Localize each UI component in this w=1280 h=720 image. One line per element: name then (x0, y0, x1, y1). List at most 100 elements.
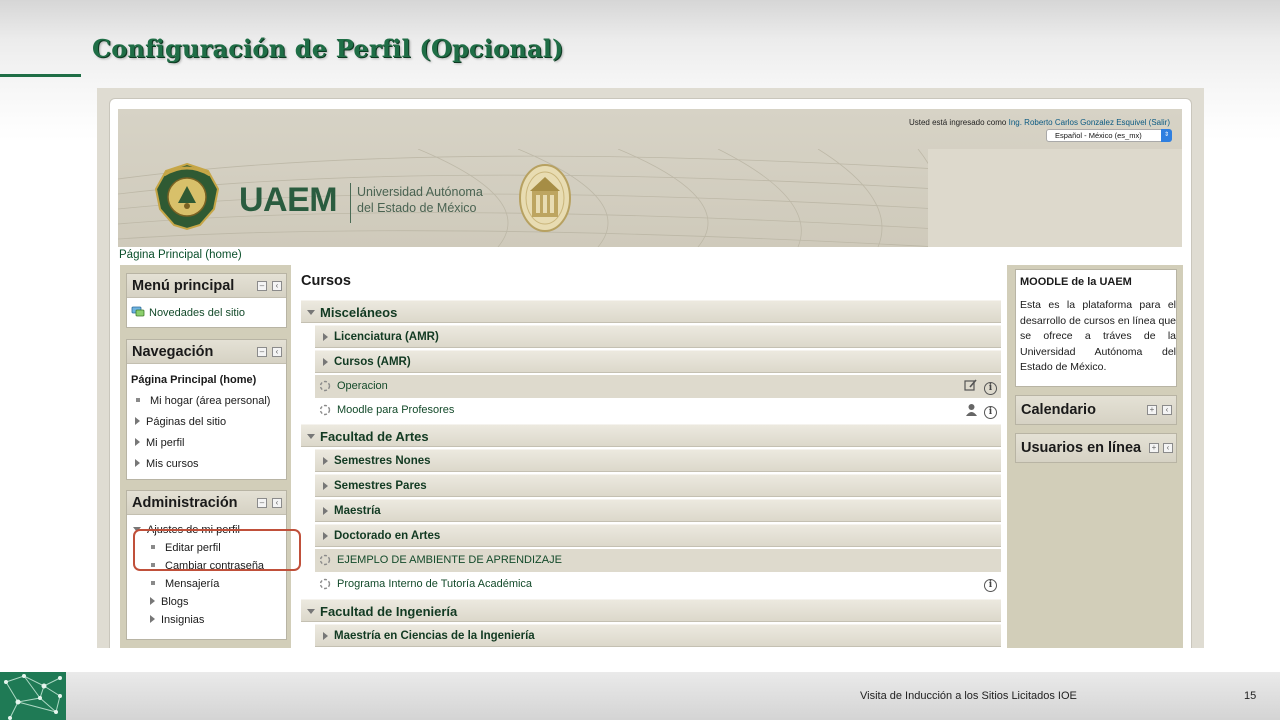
expand-arrow-icon (323, 358, 328, 366)
subcategory-label: Maestría (334, 505, 381, 517)
admin-badges[interactable]: Insignias (150, 614, 204, 626)
admin-item-label: Blogs (161, 596, 189, 608)
subcategory-semestres-nones[interactable]: Semestres Nones (315, 449, 1001, 472)
site-news-label: Novedades del sitio (149, 307, 246, 319)
admin-blogs[interactable]: Blogs (150, 596, 189, 608)
logo-divider (350, 183, 351, 223)
subcategory-label: Semestres Pares (334, 480, 427, 492)
course-icon (319, 578, 331, 590)
collapse-icon[interactable]: – (257, 498, 267, 508)
uaem-wordmark: UAEM (239, 181, 338, 219)
expand-arrow-icon (323, 457, 328, 465)
subcategory-label: Licenciatura (AMR) (334, 331, 439, 343)
moodle-info-text: Esta es la plataforma para el desarrollo… (1020, 299, 1176, 373)
breadcrumb-home-link[interactable]: Página Principal (home) (119, 249, 242, 261)
dock-icon[interactable]: ‹ (272, 347, 282, 357)
expand-arrow-icon (323, 482, 328, 490)
calendar-header: Calendario + ‹ (1016, 396, 1176, 424)
main-menu-header: Menú principal – ‹ (127, 274, 286, 298)
select-arrow-icon: ⇕ (1161, 129, 1172, 142)
category-label: Misceláneos (320, 305, 398, 320)
category-label: Facultad de Ingeniería (320, 604, 458, 619)
nav-item-dashboard[interactable]: Mi hogar (área personal) (136, 395, 270, 407)
admin-messaging[interactable]: Mensajería (151, 578, 219, 590)
site-news-link[interactable]: Novedades del sitio (131, 306, 245, 319)
calendar-title: Calendario (1021, 402, 1096, 418)
login-user-link[interactable]: Ing. Roberto Carlos Gonzalez Esquivel (S… (1009, 118, 1170, 127)
navigation-header: Navegación – ‹ (127, 340, 286, 364)
administration-title: Administración (132, 495, 238, 511)
expand-arrow-icon (135, 438, 140, 446)
collapse-icon[interactable]: – (257, 281, 267, 291)
course-actions: i (982, 577, 997, 595)
forum-icon (131, 306, 145, 317)
course-operacion[interactable]: Operacion i (315, 375, 1001, 398)
bullet-icon (151, 581, 155, 585)
subcategory-label: Maestría en Ciencias de la Ingeniería (334, 630, 535, 642)
nav-home-link[interactable]: Página Principal (home) (131, 374, 256, 386)
expand-icon[interactable]: + (1147, 405, 1157, 415)
nav-item-my-courses[interactable]: Mis cursos (135, 458, 199, 470)
slide-title: Configuración de Perfil (Opcional) (92, 34, 564, 63)
footer-text: Visita de Inducción a los Sitios Licitad… (860, 690, 1077, 702)
course-moodle-profesores[interactable]: Moodle para Profesores i (315, 399, 1001, 422)
expand-arrow-icon (135, 417, 140, 425)
category-miscellaneous[interactable]: Misceláneos (301, 300, 1001, 323)
info-icon[interactable]: i (984, 381, 997, 395)
teacher-person-icon[interactable] (965, 403, 978, 421)
category-label: Facultad de Artes (320, 429, 429, 444)
admin-item-label: Insignias (161, 614, 205, 626)
admin-item-label: Mensajería (165, 578, 220, 590)
administration-header: Administración – ‹ (127, 491, 286, 515)
nav-item-label: Mi hogar (área personal) (150, 395, 271, 407)
online-users-header: Usuarios en línea + ‹ (1016, 434, 1176, 462)
login-prefix: Usted está ingresado como (908, 118, 1007, 127)
collapse-arrow-icon (307, 609, 315, 614)
navigation-title: Navegación (132, 344, 214, 360)
dock-icon[interactable]: ‹ (1162, 405, 1172, 415)
subcategory-label: Cursos (AMR) (334, 356, 411, 368)
nav-item-site-pages[interactable]: Páginas del sitio (135, 416, 226, 428)
nav-item-label: Páginas del sitio (146, 416, 227, 428)
info-icon[interactable]: i (984, 579, 997, 593)
course-label: Moodle para Profesores (337, 404, 455, 416)
logo-subtitle-line1: Universidad Autónoma (357, 185, 483, 199)
expand-arrow-icon (135, 459, 140, 467)
course-icon (319, 554, 331, 566)
subcategory-maestria-ingenieria[interactable]: Maestría en Ciencias de la Ingeniería (315, 624, 1001, 647)
expand-arrow-icon (323, 507, 328, 515)
expand-arrow-icon (150, 615, 155, 623)
building-seal-logo (519, 164, 571, 232)
category-facultad-ingenieria[interactable]: Facultad de Ingeniería (301, 599, 1001, 622)
category-facultad-artes[interactable]: Facultad de Artes (301, 424, 1001, 447)
subcategory-cursos-amr[interactable]: Cursos (AMR) (315, 350, 1001, 373)
nav-item-label: Mis cursos (146, 458, 199, 470)
subcategory-licenciatura[interactable]: Licenciatura (AMR) (315, 325, 1001, 348)
highlight-box (133, 529, 301, 571)
dock-icon[interactable]: ‹ (272, 281, 282, 291)
expand-icon[interactable]: + (1149, 443, 1159, 453)
moodle-info-title: MOODLE de la UAEM (1020, 276, 1132, 288)
title-underline (0, 74, 81, 77)
nav-item-label: Mi perfil (146, 437, 185, 449)
dock-icon[interactable]: ‹ (272, 498, 282, 508)
dock-icon[interactable]: ‹ (1163, 443, 1173, 453)
course-ejemplo-ambiente[interactable]: EJEMPLO DE AMBIENTE DE APRENDIZAJE (315, 549, 1001, 572)
subcategory-semestres-pares[interactable]: Semestres Pares (315, 474, 1001, 497)
course-actions: i (963, 403, 997, 421)
moodle-screenshot: Usted está ingresado como Ing. Roberto C… (97, 88, 1204, 648)
online-users-title: Usuarios en línea (1021, 440, 1142, 456)
subcategory-doctorado-artes[interactable]: Doctorado en Artes (315, 524, 1001, 547)
expand-arrow-icon (323, 632, 328, 640)
course-programa-tutoria[interactable]: Programa Interno de Tutoría Académica i (315, 573, 1001, 596)
nav-item-my-profile[interactable]: Mi perfil (135, 437, 185, 449)
edit-key-icon[interactable] (963, 379, 978, 397)
course-icon (319, 404, 331, 416)
navigation-block: Navegación – ‹ Página Principal (home) M… (126, 339, 287, 480)
course-icon (319, 380, 331, 392)
subcategory-maestria[interactable]: Maestría (315, 499, 1001, 522)
language-select[interactable]: Español - México (es_mx) ⇕ (1046, 129, 1172, 142)
info-icon[interactable]: i (984, 405, 997, 419)
collapse-icon[interactable]: – (257, 347, 267, 357)
language-value: Español - México (es_mx) (1055, 131, 1142, 140)
